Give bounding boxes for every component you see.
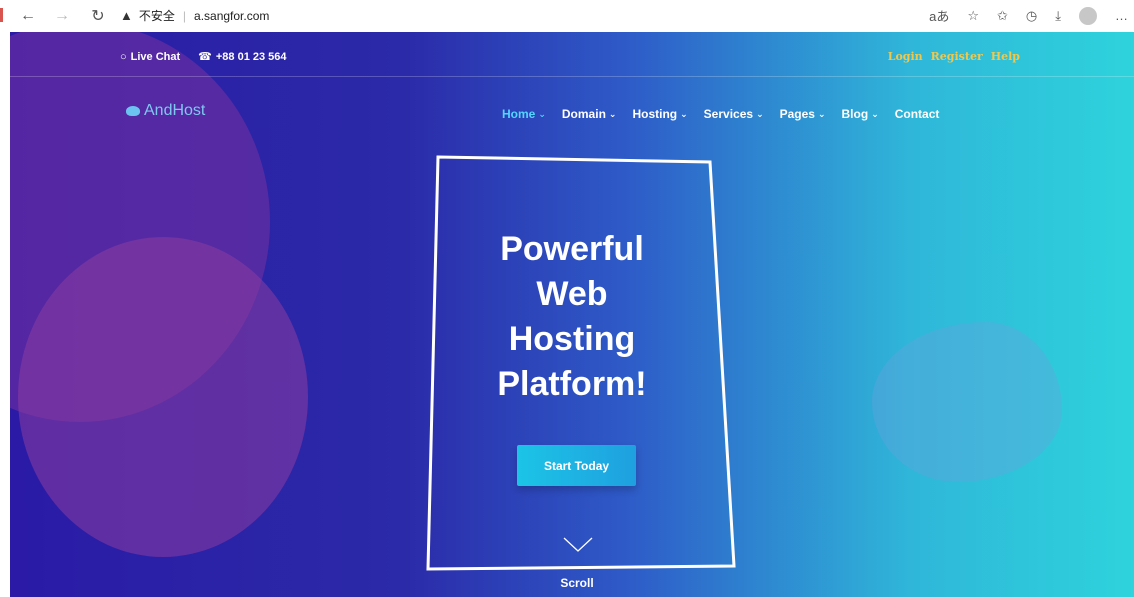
- reload-icon[interactable]: ↻: [88, 6, 108, 26]
- browser-toolbar: ← → ↻ ▲ 不安全 | a.sangfor.com aあ ☆ ✩ ◷ ⤓ …: [0, 0, 1134, 32]
- nav-domain[interactable]: Domain ⌄: [562, 107, 617, 121]
- phone-link[interactable]: ☎ +88 01 23 564: [198, 50, 287, 64]
- decorative-blob: [872, 322, 1062, 482]
- main-nav: Home ⌄ Domain ⌄ Hosting ⌄ Services ⌄ Pag…: [502, 107, 939, 121]
- header-divider: [10, 76, 1134, 77]
- nav-pages[interactable]: Pages ⌄: [780, 107, 826, 121]
- url-text[interactable]: a.sangfor.com: [194, 9, 269, 23]
- warning-icon: ▲: [120, 8, 133, 23]
- history-icon[interactable]: ◷: [1026, 8, 1037, 24]
- headline-line: Platform!: [497, 365, 647, 403]
- nav-services-label: Services: [703, 107, 754, 121]
- hero-headline: Powerful Web Hosting Platform!: [456, 227, 688, 407]
- profile-avatar[interactable]: [1079, 6, 1097, 25]
- address-separator: |: [182, 8, 187, 23]
- window-edge-marker: [0, 8, 3, 22]
- nav-services[interactable]: Services ⌄: [704, 107, 764, 121]
- read-aloud-icon[interactable]: aあ: [929, 6, 949, 25]
- help-link[interactable]: Help: [991, 50, 1020, 63]
- phone-icon: ☎: [198, 51, 212, 63]
- forward-icon[interactable]: →: [52, 6, 72, 26]
- chevron-down-icon[interactable]: [563, 537, 593, 553]
- headline-line: Hosting: [508, 320, 636, 358]
- nav-domain-label: Domain: [561, 107, 606, 121]
- nav-pages-label: Pages: [779, 107, 815, 121]
- register-link[interactable]: Register: [931, 50, 983, 63]
- back-icon[interactable]: ←: [18, 6, 38, 26]
- cloud-logo-icon: [126, 106, 140, 116]
- chevron-down-icon: ⌄: [756, 108, 764, 119]
- chevron-down-icon: ⌄: [871, 108, 879, 119]
- download-icon[interactable]: ⤓: [1055, 8, 1061, 24]
- nav-home[interactable]: Home ⌄: [502, 107, 546, 121]
- hero-section: ○ Live Chat ☎ +88 01 23 564 Login Regist…: [10, 32, 1134, 597]
- nav-contact-label: Contact: [894, 107, 940, 121]
- chevron-down-icon: ⌄: [680, 108, 688, 119]
- chevron-down-icon: ⌄: [817, 108, 826, 119]
- chat-bubble-icon: ○: [120, 50, 127, 63]
- favorites-icon[interactable]: ✩: [997, 8, 1008, 24]
- more-icon[interactable]: …: [1115, 8, 1128, 23]
- nav-hosting[interactable]: Hosting ⌄: [632, 107, 687, 121]
- chevron-down-icon: ⌄: [608, 108, 617, 119]
- live-chat-label: Live Chat: [130, 50, 181, 63]
- favorite-add-icon[interactable]: ☆: [967, 8, 979, 24]
- security-label: 不安全: [138, 9, 175, 23]
- chevron-down-icon: ⌄: [538, 108, 546, 119]
- site-logo[interactable]: AndHost: [126, 102, 205, 120]
- decorative-circle: [18, 237, 308, 557]
- headline-line: Powerful: [500, 230, 644, 268]
- browser-tools: aあ ☆ ✩ ◷ ⤓ …: [929, 6, 1128, 25]
- headline-line: Web: [536, 275, 608, 313]
- login-link[interactable]: Login: [888, 50, 923, 63]
- nav-hosting-label: Hosting: [632, 107, 678, 121]
- account-links: Login Register Help: [888, 50, 1020, 63]
- nav-home-label: Home: [502, 107, 536, 121]
- live-chat-link[interactable]: ○ Live Chat: [120, 50, 180, 63]
- nav-contact[interactable]: Contact: [895, 107, 940, 121]
- contact-bar: ○ Live Chat ☎ +88 01 23 564: [120, 50, 287, 64]
- start-today-button[interactable]: Start Today: [517, 445, 636, 486]
- nav-blog[interactable]: Blog ⌄: [842, 107, 879, 121]
- address-bar[interactable]: ▲ 不安全 | a.sangfor.com: [120, 7, 269, 24]
- scroll-label[interactable]: Scroll: [542, 576, 612, 590]
- phone-number: +88 01 23 564: [215, 50, 287, 63]
- logo-text: AndHost: [144, 102, 206, 119]
- nav-blog-label: Blog: [841, 107, 869, 121]
